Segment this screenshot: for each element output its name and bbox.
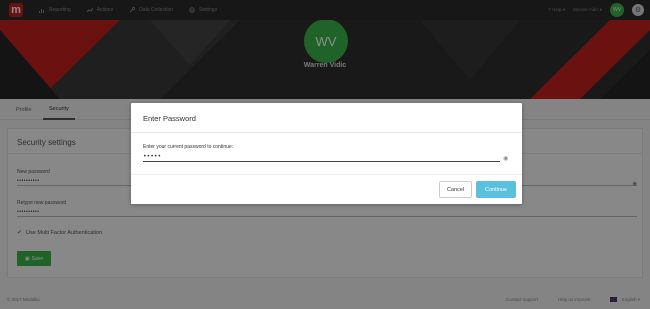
current-password-input[interactable] <box>143 151 500 161</box>
password-input-underline <box>143 161 500 162</box>
eye-icon[interactable]: ◉ <box>503 155 508 162</box>
password-prompt-label: Enter your current password to continue: <box>143 144 234 150</box>
cancel-button[interactable]: Cancel <box>439 181 472 198</box>
dialog-footer-divider <box>131 174 522 175</box>
dialog-title: Enter Password <box>143 114 196 123</box>
dialog-header-divider <box>131 132 522 133</box>
continue-button[interactable]: Continue <box>476 181 516 198</box>
enter-password-dialog: Enter Password Enter your current passwo… <box>131 103 522 204</box>
